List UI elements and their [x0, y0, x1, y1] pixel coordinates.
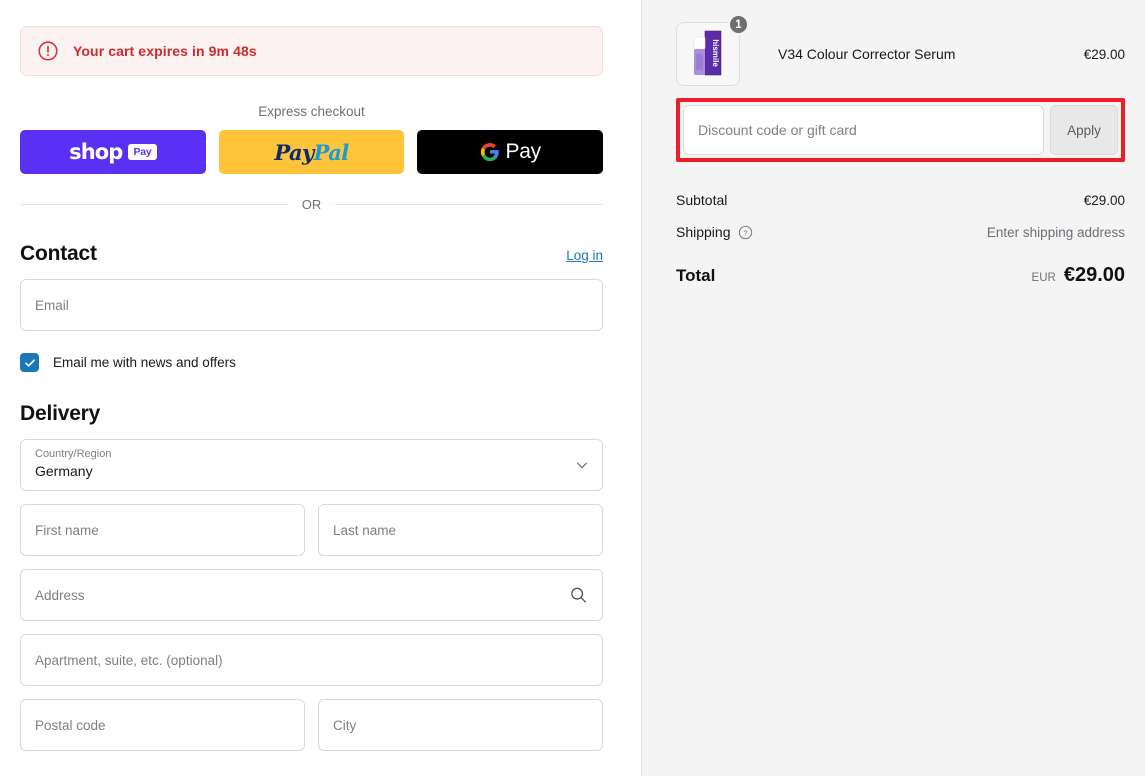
google-pay-button[interactable]: Pay — [417, 130, 604, 174]
alert-circle-icon — [38, 41, 58, 61]
subtotal-row: Subtotal €29.00 — [676, 184, 1125, 216]
checkout-page: Your cart expires in 9m 48s Express chec… — [0, 0, 1145, 776]
first-name-placeholder: First name — [35, 522, 99, 538]
divider-line-right — [335, 204, 603, 205]
email-field[interactable]: Email — [20, 279, 603, 331]
total-amount-wrap: EUR €29.00 — [1032, 264, 1125, 287]
country-region-value: Germany — [35, 463, 93, 479]
shop-pay-chip: Pay — [128, 144, 157, 160]
divider-line-left — [20, 204, 288, 205]
subtotal-value: €29.00 — [1083, 192, 1125, 208]
svg-text:?: ? — [743, 228, 747, 237]
order-totals: Subtotal €29.00 Shipping ? Enter shippin… — [676, 184, 1125, 287]
address-field[interactable]: Address — [20, 569, 603, 621]
last-name-placeholder: Last name — [333, 522, 397, 538]
total-value: €29.00 — [1063, 264, 1125, 286]
log-in-link[interactable]: Log in — [566, 248, 603, 263]
discount-code-input[interactable]: Discount code or gift card — [683, 105, 1044, 155]
or-text: OR — [301, 197, 322, 212]
postal-code-field[interactable]: Postal code — [20, 699, 305, 751]
contact-title: Contact — [20, 242, 97, 265]
city-field[interactable]: City — [318, 699, 603, 751]
order-summary-panel: hismile 1 V34 Colour Corrector Serum €29… — [641, 0, 1145, 776]
express-checkout-buttons: shop Pay PayPal Pay — [20, 130, 604, 174]
subtotal-label: Subtotal — [676, 192, 728, 208]
discount-code-highlight: Discount code or gift card Apply — [676, 98, 1125, 162]
contact-section-header: Contact Log in — [20, 242, 603, 266]
apartment-placeholder: Apartment, suite, etc. (optional) — [35, 652, 223, 668]
shipping-row: Shipping ? Enter shipping address — [676, 216, 1125, 248]
discount-code-placeholder: Discount code or gift card — [698, 122, 857, 138]
email-placeholder: Email — [35, 297, 69, 313]
help-circle-icon[interactable]: ? — [738, 225, 753, 240]
google-g-icon — [480, 143, 499, 162]
postal-city-row: Postal code City — [20, 699, 603, 751]
paypal-word-pal: Pal — [313, 139, 350, 165]
newsletter-label: Email me with news and offers — [53, 355, 236, 370]
paypal-logo: PayPal — [274, 139, 350, 165]
name-fields-row: First name Last name — [20, 504, 603, 556]
postal-code-placeholder: Postal code — [35, 717, 106, 733]
last-name-field[interactable]: Last name — [318, 504, 603, 556]
newsletter-row[interactable]: Email me with news and offers — [20, 353, 603, 372]
country-region-select[interactable]: Country/Region Germany — [20, 439, 603, 491]
google-pay-logo: Pay — [480, 140, 541, 164]
checkout-form-panel: Your cart expires in 9m 48s Express chec… — [0, 0, 641, 776]
city-placeholder: City — [333, 717, 357, 733]
product-price: €29.00 — [1083, 46, 1125, 62]
search-icon[interactable] — [569, 586, 588, 605]
apartment-field[interactable]: Apartment, suite, etc. (optional) — [20, 634, 603, 686]
shipping-label-wrap: Shipping ? — [676, 224, 753, 240]
quantity-badge: 1 — [728, 14, 749, 35]
delivery-section-header: Delivery — [20, 402, 603, 426]
delivery-title: Delivery — [20, 402, 101, 425]
apply-discount-button[interactable]: Apply — [1050, 105, 1118, 155]
shop-pay-word: shop — [69, 140, 123, 164]
shipping-label: Shipping — [676, 224, 731, 240]
total-row: Total EUR €29.00 — [676, 264, 1125, 287]
country-region-label: Country/Region — [35, 448, 112, 460]
newsletter-checkbox[interactable] — [20, 353, 39, 372]
total-currency: EUR — [1031, 272, 1056, 284]
first-name-field[interactable]: First name — [20, 504, 305, 556]
order-line-item: hismile 1 V34 Colour Corrector Serum €29… — [676, 14, 1125, 90]
cart-expiry-alert: Your cart expires in 9m 48s — [20, 26, 603, 76]
product-name: V34 Colour Corrector Serum — [778, 46, 956, 62]
total-label: Total — [676, 266, 716, 285]
google-pay-text: Pay — [505, 140, 542, 163]
or-divider: OR — [20, 197, 603, 212]
shop-pay-button[interactable]: shop Pay — [20, 130, 206, 174]
shipping-value: Enter shipping address — [986, 224, 1125, 240]
svg-text:hismile: hismile — [711, 39, 720, 67]
shop-pay-logo: shop Pay — [69, 140, 157, 164]
express-checkout-label: Express checkout — [258, 104, 365, 119]
address-placeholder: Address — [35, 587, 85, 603]
chevron-down-icon — [577, 462, 587, 469]
product-thumbnail-wrap: hismile 1 — [676, 14, 749, 86]
paypal-button[interactable]: PayPal — [218, 130, 405, 174]
checkmark-icon — [24, 358, 35, 367]
paypal-word-pay: Pay — [274, 139, 314, 165]
product-image: hismile — [677, 23, 739, 85]
cart-expiry-text: Your cart expires in 9m 48s — [73, 43, 257, 59]
